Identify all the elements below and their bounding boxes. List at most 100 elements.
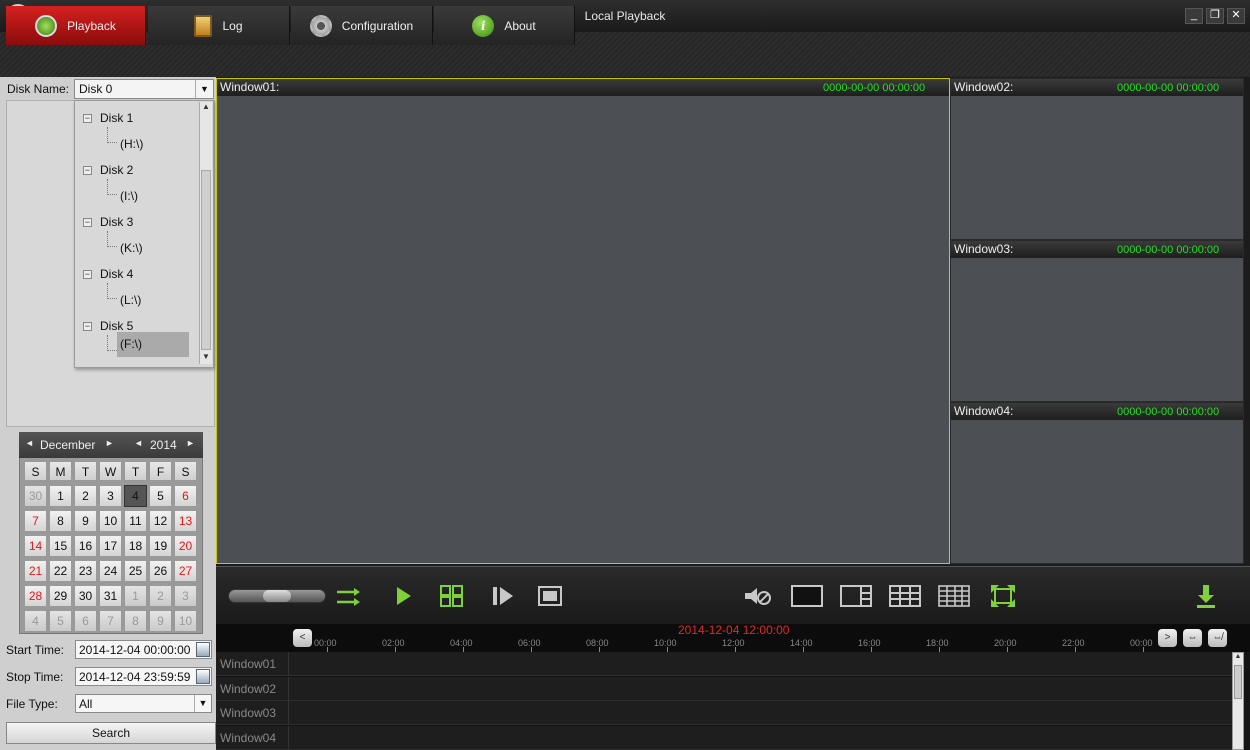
calendar-day[interactable]: 23 (74, 560, 97, 582)
timeline-scrollbar[interactable]: ▲ (1232, 652, 1244, 750)
calendar-day[interactable]: 20 (174, 535, 197, 557)
tree-drive-item[interactable]: (L:\) (117, 293, 144, 307)
timeline-next-icon[interactable]: > (1158, 629, 1177, 647)
calendar-day[interactable]: 3 (99, 485, 122, 507)
timeline-row[interactable]: Window02 (216, 676, 1232, 701)
scroll-down-icon[interactable]: ▼ (200, 352, 212, 364)
calendar-picker-icon[interactable] (196, 669, 210, 684)
tab-about[interactable]: i About (434, 6, 575, 45)
timeline-prev-icon[interactable]: < (293, 629, 312, 647)
video-window-1[interactable]: Window01: 0000-00-00 00:00:00 (216, 78, 950, 564)
calendar-day[interactable]: 17 (99, 535, 122, 557)
tree-disk-item[interactable]: Disk 4 (100, 267, 133, 281)
download-icon[interactable] (1196, 584, 1216, 608)
tree-scrollbar[interactable]: ▲ ▼ (199, 102, 212, 364)
close-button[interactable]: ✕ (1227, 8, 1245, 24)
calendar-day[interactable]: 22 (49, 560, 72, 582)
tree-drive-item[interactable]: (F:\) (117, 332, 189, 357)
fullscreen-icon[interactable] (990, 584, 1016, 608)
calendar-day[interactable]: 12 (149, 510, 172, 532)
layout-9-icon[interactable] (889, 585, 921, 607)
calendar-day[interactable]: 18 (124, 535, 147, 557)
next-month-icon[interactable]: ► (105, 438, 114, 448)
zoom-out-icon[interactable]: ⇎ (1208, 629, 1227, 647)
tab-log[interactable]: Log (148, 6, 290, 45)
calendar-day[interactable]: 6 (174, 485, 197, 507)
tree-drive-item[interactable]: (H:\) (117, 137, 146, 151)
calendar-day[interactable]: 1 (49, 485, 72, 507)
calendar-day[interactable]: 9 (74, 510, 97, 532)
timeline-row[interactable]: Window01 (216, 652, 1232, 676)
play-icon[interactable] (396, 586, 412, 606)
calendar-day[interactable]: 1 (124, 585, 147, 607)
prev-year-icon[interactable]: ◄ (134, 438, 143, 448)
timeline-row[interactable]: Window03 (216, 701, 1232, 725)
tab-configuration[interactable]: Configuration (291, 6, 433, 45)
calendar-day[interactable]: 28 (24, 585, 47, 607)
calendar-day[interactable]: 19 (149, 535, 172, 557)
scrollbar-thumb[interactable] (201, 170, 211, 350)
start-time-input[interactable]: 2014-12-04 00:00:00 (75, 640, 212, 659)
stop-time-input[interactable]: 2014-12-04 23:59:59 (75, 667, 212, 686)
timeline-row[interactable]: Window04 (216, 725, 1232, 750)
calendar-day[interactable]: 4 (124, 485, 147, 507)
calendar-day[interactable]: 4 (24, 610, 47, 632)
chevron-down-icon[interactable]: ▼ (195, 80, 213, 98)
collapse-icon[interactable]: − (83, 322, 92, 331)
tree-drive-item[interactable]: (K:\) (117, 241, 146, 255)
calendar-day[interactable]: 2 (74, 485, 97, 507)
calendar-day[interactable]: 2 (149, 585, 172, 607)
tree-disk-item[interactable]: Disk 5 (100, 319, 133, 333)
step-forward-icon[interactable] (492, 586, 514, 606)
calendar-day[interactable]: 7 (99, 610, 122, 632)
calendar-day[interactable]: 9 (149, 610, 172, 632)
calendar-day[interactable]: 10 (174, 610, 197, 632)
calendar-day[interactable]: 14 (24, 535, 47, 557)
restore-button[interactable]: ❐ (1206, 8, 1224, 24)
scroll-up-icon[interactable]: ▲ (1233, 653, 1243, 663)
calendar-day[interactable]: 3 (174, 585, 197, 607)
calendar-day[interactable]: 10 (99, 510, 122, 532)
calendar-day[interactable]: 13 (174, 510, 197, 532)
tab-playback[interactable]: Playback (6, 6, 146, 45)
speed-slider[interactable] (228, 589, 326, 603)
tree-drive-item[interactable]: (I:\) (117, 189, 141, 203)
calendar-day[interactable]: 5 (49, 610, 72, 632)
sync-playback-icon[interactable] (336, 586, 362, 608)
calendar-day[interactable]: 27 (174, 560, 197, 582)
tree-disk-item[interactable]: Disk 3 (100, 215, 133, 229)
layout-4-icon[interactable] (840, 585, 872, 607)
calendar-day[interactable]: 21 (24, 560, 47, 582)
calendar-day[interactable]: 29 (49, 585, 72, 607)
layout-16-icon[interactable] (938, 585, 970, 607)
layout-1-icon[interactable] (791, 585, 823, 607)
scrollbar-thumb[interactable] (1234, 665, 1242, 699)
calendar-day[interactable]: 6 (74, 610, 97, 632)
zoom-in-icon[interactable]: ⇔ (1183, 629, 1202, 647)
multi-window-icon[interactable] (440, 585, 464, 607)
collapse-icon[interactable]: − (83, 114, 92, 123)
video-window-4[interactable]: Window04: 0000-00-00 00:00:00 (950, 402, 1244, 564)
disk-name-select[interactable]: Disk 0 ▼ (74, 79, 214, 99)
prev-month-icon[interactable]: ◄ (25, 438, 34, 448)
collapse-icon[interactable]: − (83, 166, 92, 175)
collapse-icon[interactable]: − (83, 270, 92, 279)
mute-icon[interactable] (744, 586, 772, 606)
calendar-day[interactable]: 30 (24, 485, 47, 507)
calendar-picker-icon[interactable] (196, 642, 210, 657)
search-button[interactable]: Search (6, 722, 216, 744)
calendar-day[interactable]: 5 (149, 485, 172, 507)
calendar-day[interactable]: 8 (124, 610, 147, 632)
calendar-day[interactable]: 11 (124, 510, 147, 532)
minimize-button[interactable]: _ (1185, 8, 1203, 24)
scroll-up-icon[interactable]: ▲ (200, 102, 212, 114)
next-year-icon[interactable]: ► (186, 438, 195, 448)
file-type-select[interactable]: All ▼ (75, 694, 212, 713)
tree-disk-item[interactable]: Disk 2 (100, 163, 133, 177)
video-window-2[interactable]: Window02: 0000-00-00 00:00:00 (950, 78, 1244, 240)
calendar-day[interactable]: 16 (74, 535, 97, 557)
video-window-3[interactable]: Window03: 0000-00-00 00:00:00 (950, 240, 1244, 402)
calendar-day[interactable]: 30 (74, 585, 97, 607)
calendar-day[interactable]: 15 (49, 535, 72, 557)
calendar-day[interactable]: 7 (24, 510, 47, 532)
